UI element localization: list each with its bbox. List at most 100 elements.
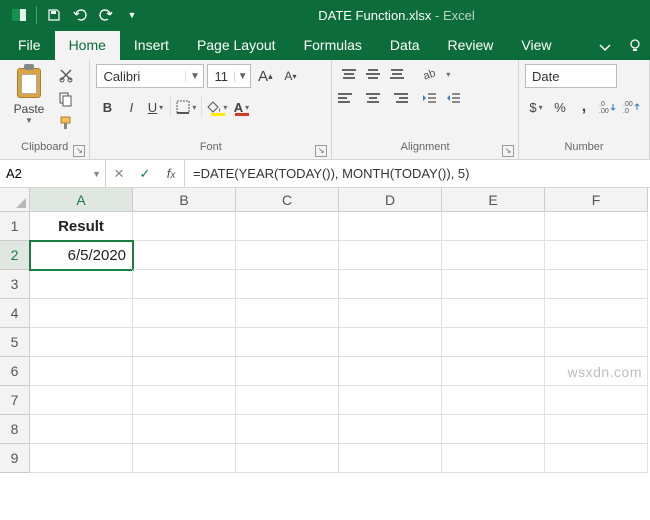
font-size-combo[interactable]: 11 ▼: [207, 64, 251, 88]
font-name-combo[interactable]: Calibri ▼: [96, 64, 204, 88]
border-button[interactable]: ▾: [175, 96, 197, 118]
row-header-5[interactable]: 5: [0, 328, 30, 357]
alignment-launcher-icon[interactable]: ↘: [502, 145, 514, 157]
increase-indent-icon[interactable]: [442, 88, 464, 108]
save-icon[interactable]: [43, 4, 65, 26]
cell-f3[interactable]: [545, 270, 648, 299]
row-header-2[interactable]: 2: [0, 241, 30, 270]
tab-page-layout[interactable]: Page Layout: [183, 31, 290, 60]
cell-e4[interactable]: [442, 299, 545, 328]
cell-c9[interactable]: [236, 444, 339, 473]
row-header-6[interactable]: 6: [0, 357, 30, 386]
underline-button[interactable]: U▾: [144, 96, 166, 118]
cell-d1[interactable]: [339, 212, 442, 241]
align-center-icon[interactable]: [362, 88, 384, 108]
orientation-icon[interactable]: ab: [418, 64, 440, 84]
row-header-9[interactable]: 9: [0, 444, 30, 473]
cell-c4[interactable]: [236, 299, 339, 328]
cell-f9[interactable]: [545, 444, 648, 473]
cut-icon[interactable]: [56, 66, 76, 84]
bold-button[interactable]: B: [96, 96, 118, 118]
cell-e2[interactable]: [442, 241, 545, 270]
cell-d9[interactable]: [339, 444, 442, 473]
cell-a3[interactable]: [30, 270, 133, 299]
align-right-icon[interactable]: [386, 88, 408, 108]
decrease-decimal-icon[interactable]: .00.0: [621, 96, 643, 118]
name-box[interactable]: A2 ▼: [0, 160, 106, 187]
col-header-b[interactable]: B: [133, 188, 236, 212]
cell-a2[interactable]: 6/5/2020: [30, 241, 133, 270]
paste-button[interactable]: Paste ▼: [6, 64, 52, 125]
enter-formula-icon[interactable]: ✓: [132, 166, 158, 182]
row-header-1[interactable]: 1: [0, 212, 30, 241]
cell-d5[interactable]: [339, 328, 442, 357]
cell-d8[interactable]: [339, 415, 442, 444]
cell-c2[interactable]: [236, 241, 339, 270]
decrease-indent-icon[interactable]: [418, 88, 440, 108]
cell-d7[interactable]: [339, 386, 442, 415]
cell-a8[interactable]: [30, 415, 133, 444]
cell-b1[interactable]: [133, 212, 236, 241]
cell-b5[interactable]: [133, 328, 236, 357]
align-left-icon[interactable]: [338, 88, 360, 108]
cell-e5[interactable]: [442, 328, 545, 357]
comma-button[interactable]: ,: [573, 96, 595, 118]
col-header-c[interactable]: C: [236, 188, 339, 212]
cell-a5[interactable]: [30, 328, 133, 357]
col-header-a[interactable]: A: [30, 188, 133, 212]
percent-button[interactable]: %: [549, 96, 571, 118]
cell-d4[interactable]: [339, 299, 442, 328]
cell-d6[interactable]: [339, 357, 442, 386]
fx-icon[interactable]: fx: [158, 166, 184, 181]
number-format-combo[interactable]: Date: [525, 64, 617, 88]
cell-c6[interactable]: [236, 357, 339, 386]
select-all-corner[interactable]: [0, 188, 30, 212]
cell-b3[interactable]: [133, 270, 236, 299]
redo-icon[interactable]: [95, 4, 117, 26]
cell-e7[interactable]: [442, 386, 545, 415]
formula-input[interactable]: =DATE(YEAR(TODAY()), MONTH(TODAY()), 5): [185, 160, 650, 187]
fill-color-button[interactable]: ▾: [206, 96, 228, 118]
tab-data[interactable]: Data: [376, 31, 434, 60]
increase-decimal-icon[interactable]: .0.00: [597, 96, 619, 118]
currency-button[interactable]: $▾: [525, 96, 547, 118]
cell-f7[interactable]: [545, 386, 648, 415]
cell-f5[interactable]: [545, 328, 648, 357]
tab-insert[interactable]: Insert: [120, 31, 183, 60]
cell-c7[interactable]: [236, 386, 339, 415]
cell-c5[interactable]: [236, 328, 339, 357]
row-header-4[interactable]: 4: [0, 299, 30, 328]
align-top-icon[interactable]: [338, 64, 360, 84]
ribbon-collapse-icon[interactable]: [590, 34, 620, 60]
cell-c8[interactable]: [236, 415, 339, 444]
row-header-3[interactable]: 3: [0, 270, 30, 299]
col-header-d[interactable]: D: [339, 188, 442, 212]
tab-home[interactable]: Home: [55, 31, 120, 60]
copy-icon[interactable]: [56, 90, 76, 108]
format-painter-icon[interactable]: [56, 114, 76, 132]
cell-b6[interactable]: [133, 357, 236, 386]
cell-a6[interactable]: [30, 357, 133, 386]
col-header-e[interactable]: E: [442, 188, 545, 212]
clipboard-launcher-icon[interactable]: ↘: [73, 145, 85, 157]
cell-b7[interactable]: [133, 386, 236, 415]
cancel-formula-icon[interactable]: ✕: [106, 166, 132, 182]
tell-me-icon[interactable]: [620, 32, 650, 60]
font-launcher-icon[interactable]: ↘: [315, 145, 327, 157]
orientation-dd[interactable]: ▾: [442, 64, 454, 84]
align-bottom-icon[interactable]: [386, 64, 408, 84]
font-color-button[interactable]: A ▾: [230, 96, 252, 118]
cell-e8[interactable]: [442, 415, 545, 444]
cell-f1[interactable]: [545, 212, 648, 241]
cell-f8[interactable]: [545, 415, 648, 444]
cell-a4[interactable]: [30, 299, 133, 328]
align-middle-icon[interactable]: [362, 64, 384, 84]
col-header-f[interactable]: F: [545, 188, 648, 212]
cell-e9[interactable]: [442, 444, 545, 473]
tab-view[interactable]: View: [507, 31, 565, 60]
cell-a9[interactable]: [30, 444, 133, 473]
tab-review[interactable]: Review: [434, 31, 508, 60]
cell-e1[interactable]: [442, 212, 545, 241]
decrease-font-icon[interactable]: A▾: [279, 65, 301, 87]
row-header-8[interactable]: 8: [0, 415, 30, 444]
